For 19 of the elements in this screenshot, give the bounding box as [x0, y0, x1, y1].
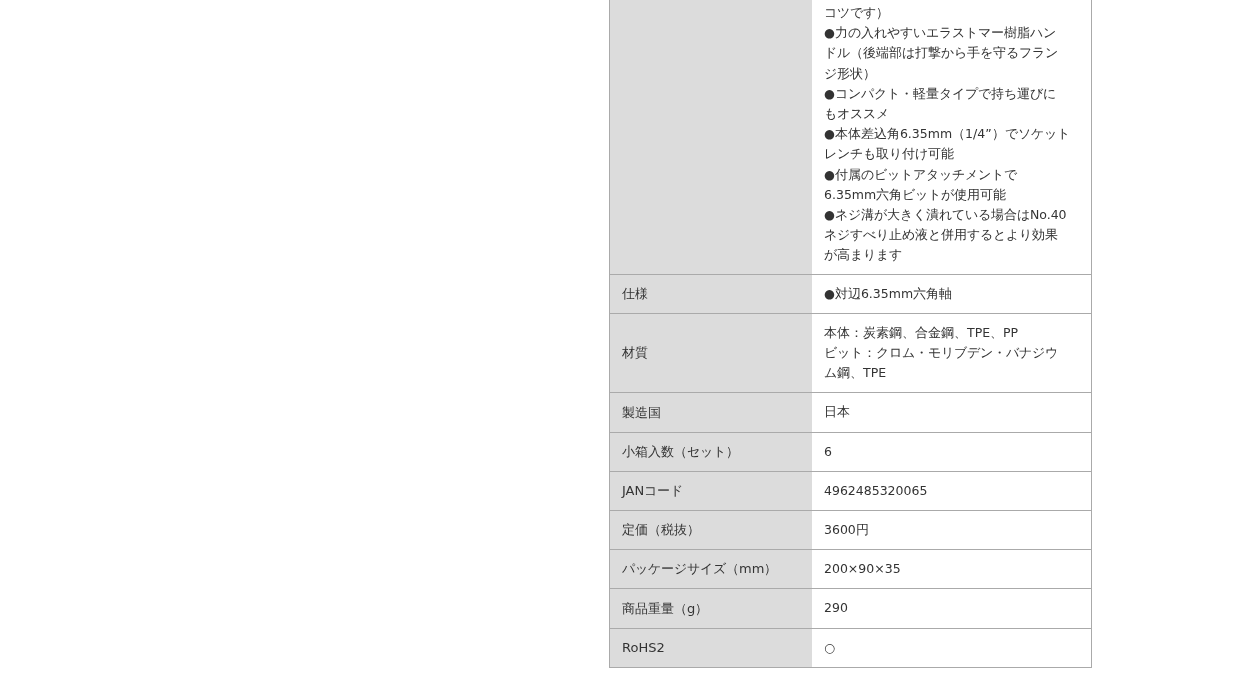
spec-label: 製造国 — [622, 403, 661, 422]
spec-value: 200×90×35 — [824, 561, 901, 577]
spec-value: 6 — [824, 443, 832, 459]
spec-label: 小箱入数（セット） — [622, 442, 739, 461]
spec-label: JANコード — [622, 481, 684, 500]
spec-value: 3600円 — [824, 522, 869, 538]
spec-value: 本体：炭素鋼、合金鋼、TPE、PP ビット：クロム・モリブデン・バナジウ ム鋼、TPE — [824, 324, 1058, 381]
spec-label: 商品重量（g） — [622, 599, 709, 618]
spec-value: ●対辺6.35mm六角軸 — [824, 285, 953, 301]
spec-value: 4962485320065 — [824, 482, 928, 498]
spec-value: ○ — [824, 639, 835, 655]
spec-label: RoHS2 — [622, 638, 665, 657]
spec-value: 日本 — [824, 404, 850, 420]
spec-label: 定価（税抜） — [622, 521, 700, 540]
spec-label: パッケージサイズ（mm） — [622, 560, 778, 579]
spec-value: コツです） ●力の入れやすいエラストマー樹脂ハン ドル（後端部は打撃から手を守るフラン ジ形状） ●コンパクト・軽量タイプで持ち運びに もオススメ ●本体差込角6.35mm（1/4”）でソケット レンチも取り付け可能 ●付属のビットアタッチメントで 6.35mm六角ビットが使用可能 ●ネジ溝が大きく潰れている場合はNo.40 ネジすべり止め液と併用するとより効果 が高まります — [824, 5, 1070, 263]
spec-value: 290 — [824, 600, 848, 616]
spec-label: 仕様 — [622, 284, 648, 303]
spec-label: 材質 — [622, 344, 648, 363]
